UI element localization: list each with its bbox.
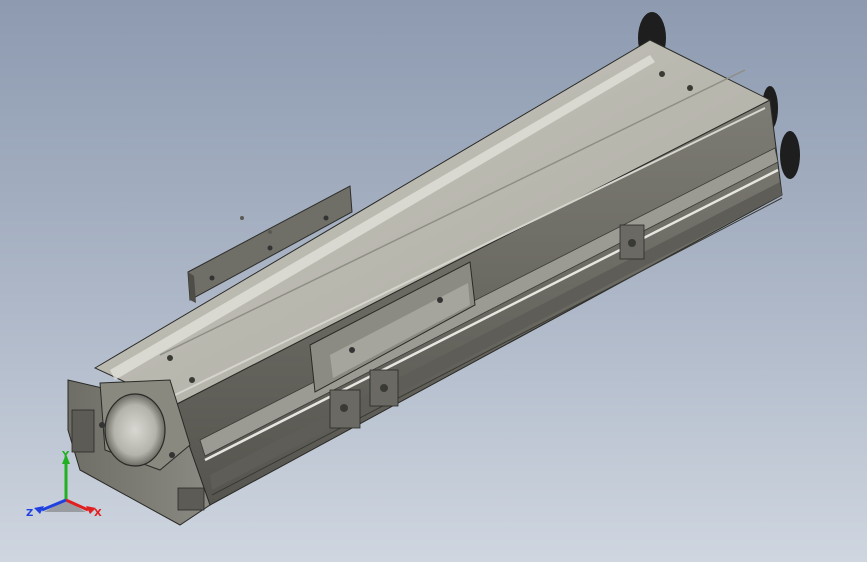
z-axis-label: Z	[26, 508, 33, 519]
y-axis-label: Y	[61, 450, 70, 461]
3d-viewport[interactable]: Y X Z	[0, 0, 867, 562]
coordinate-triad: Y X Z	[26, 450, 102, 519]
cad-model[interactable]	[0, 0, 867, 562]
x-axis-label: X	[94, 508, 102, 519]
